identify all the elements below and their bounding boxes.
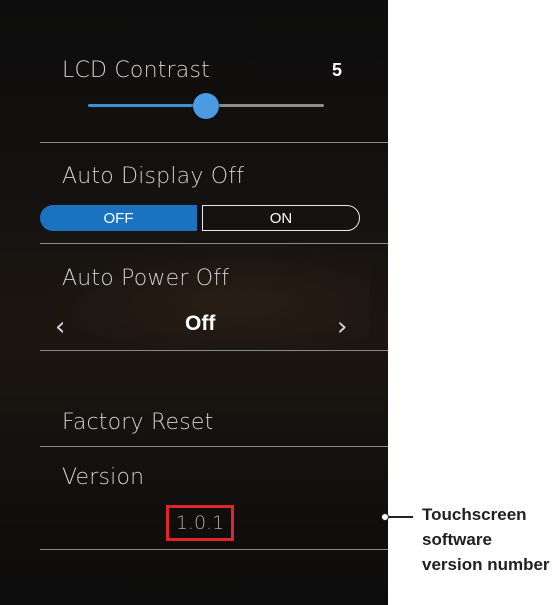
- slider-track-filled: [88, 104, 206, 107]
- divider: [40, 549, 388, 550]
- settings-screen: LCD Contrast 5 Auto Display Off OFF ON A…: [0, 0, 388, 605]
- callout-label: Touchscreen software version number: [422, 505, 550, 574]
- factory-reset-button[interactable]: Factory Reset: [62, 410, 213, 435]
- version-value: 1.0.1: [175, 512, 225, 534]
- divider: [40, 142, 388, 143]
- version-highlight-box: 1.0.1: [166, 505, 234, 541]
- auto-power-off-value: Off: [185, 312, 216, 335]
- chevron-right-icon[interactable]: ›: [337, 312, 347, 342]
- divider: [40, 243, 388, 244]
- chevron-left-icon[interactable]: ‹: [55, 312, 65, 342]
- toggle-off-button[interactable]: OFF: [40, 205, 200, 231]
- lcd-contrast-value: 5: [332, 60, 343, 80]
- version-label: Version: [62, 465, 145, 490]
- auto-display-off-toggle: OFF ON: [40, 205, 360, 231]
- auto-power-off-label: Auto Power Off: [62, 266, 230, 291]
- callout-leader-line: [389, 516, 413, 518]
- divider: [40, 446, 388, 447]
- callout-dot: [381, 513, 389, 521]
- auto-display-off-label: Auto Display Off: [62, 164, 245, 189]
- slider-thumb[interactable]: [193, 93, 219, 119]
- toggle-on-button[interactable]: ON: [202, 205, 360, 231]
- slider-track-empty: [206, 104, 324, 107]
- lcd-contrast-label: LCD Contrast: [62, 58, 210, 83]
- divider: [40, 350, 388, 351]
